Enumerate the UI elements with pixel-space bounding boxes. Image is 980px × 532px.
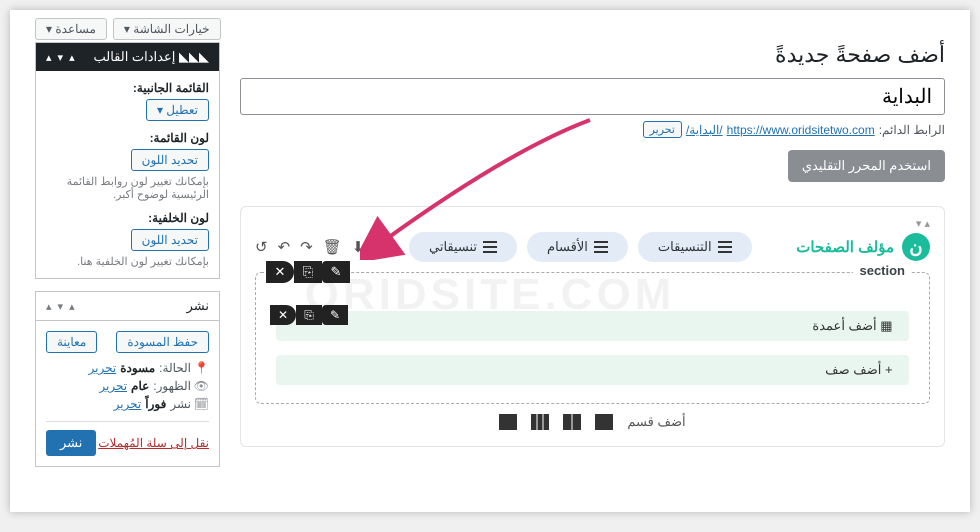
tab-sections[interactable]: الأقسام: [527, 232, 628, 262]
side-menu-select[interactable]: تعطيل ▾: [146, 99, 209, 121]
builder-brand-label: مؤلف الصفحات: [796, 238, 894, 256]
help-button[interactable]: مساعدة ▾: [35, 18, 107, 40]
permalink-slug[interactable]: /البداية/: [686, 123, 723, 137]
page-title-input[interactable]: [240, 78, 945, 115]
tab-my-layouts[interactable]: تنسيقاتي: [409, 232, 517, 262]
section-duplicate-button[interactable]: ⎘: [294, 261, 322, 283]
use-classic-editor-button[interactable]: استخدم المحرر التقليدي: [788, 150, 945, 182]
publish-up-icon[interactable]: ▴: [69, 300, 75, 313]
history-icon[interactable]: ↺: [255, 238, 268, 256]
edit-visibility-link[interactable]: تحرير: [99, 379, 127, 393]
builder-logo-icon: ن: [902, 233, 930, 261]
menu-color-help: بإمكانك تغيير لون روابط القائمة الرئيسية…: [46, 175, 209, 201]
builder-collapse-controls[interactable]: ▴ ▾: [255, 217, 930, 230]
export-icon[interactable]: ⬇: [352, 238, 365, 256]
section-label: section: [853, 263, 911, 278]
preview-button[interactable]: معاينة: [46, 331, 97, 353]
menu-color-button[interactable]: تحديد اللون: [131, 149, 209, 171]
metabox-toggle-icon[interactable]: ▴: [46, 51, 52, 64]
menu-color-label: لون القائمة:: [46, 131, 209, 145]
my-layouts-icon: [483, 241, 497, 253]
metabox-up-icon[interactable]: ▴: [69, 51, 75, 64]
tab-layouts[interactable]: التنسيقات: [638, 232, 752, 262]
sections-icon: [594, 241, 608, 253]
publish-down-icon[interactable]: ▾: [58, 300, 64, 313]
layout-one-col-icon[interactable]: [595, 414, 613, 430]
bg-color-label: لون الخلفية:: [46, 211, 209, 225]
edit-schedule-link[interactable]: تحرير: [114, 397, 142, 411]
theme-settings-title: ◣◣◣ إعدادات القالب: [93, 49, 209, 65]
bg-color-help: بإمكانك تغيير لون الخلفية هنا.: [46, 255, 209, 268]
calendar-icon: 🗓: [195, 397, 209, 411]
save-draft-button[interactable]: حفظ المسودة: [116, 331, 209, 353]
section-delete-button[interactable]: ✕: [266, 261, 294, 283]
trash-icon[interactable]: 🗑: [323, 238, 342, 256]
bg-color-button[interactable]: تحديد اللون: [131, 229, 209, 251]
pin-icon: 📍: [195, 361, 209, 375]
eye-icon: 👁: [195, 379, 209, 393]
metabox-down-icon[interactable]: ▾: [58, 51, 64, 64]
page-heading: أضف صفحةً جديدةً: [240, 42, 945, 68]
side-menu-label: القائمة الجانبية:: [46, 81, 209, 95]
theme-settings-metabox: ◣◣◣ إعدادات القالب ▴ ▾ ▴ القائمة الجانبية:…: [35, 42, 220, 279]
add-row-button[interactable]: + أضف صف: [276, 355, 908, 385]
permalink-label: الرابط الدائم:: [879, 123, 945, 137]
row-duplicate-button[interactable]: ⎘: [296, 305, 322, 325]
permalink-edit-button[interactable]: تحرير: [643, 121, 682, 138]
edit-status-link[interactable]: تحرير: [89, 361, 117, 375]
permalink-base[interactable]: https://www.oridsitetwo.com: [727, 123, 875, 137]
undo-icon[interactable]: ↶: [278, 238, 291, 256]
add-columns-button[interactable]: ▦ أضف أعمدة: [276, 311, 908, 341]
layout-two-col-icon[interactable]: [563, 414, 581, 430]
publish-title: نشر: [187, 298, 209, 314]
row-edit-button[interactable]: ✎: [322, 305, 348, 325]
layouts-icon: [718, 241, 732, 253]
redo-icon[interactable]: ↷: [300, 238, 313, 256]
section-edit-button[interactable]: ✎: [322, 261, 350, 283]
screen-options-button[interactable]: خيارات الشاشة ▾: [113, 18, 221, 40]
layout-three-col-icon[interactable]: [531, 414, 549, 430]
publish-toggle-icon[interactable]: ▴: [46, 300, 52, 313]
publish-metabox: نشر ▴▾▴ حفظ المسودة معاينة 📍الحالة: مسود…: [35, 291, 220, 467]
row-delete-button[interactable]: ✕: [270, 305, 296, 325]
add-section-label: أضف قسم: [627, 414, 685, 430]
layout-download-icon[interactable]: [499, 414, 517, 430]
builder-section: section ✎ ⎘ ✕ ✎ ⎘ ✕ ▦ أضف أعمدة: [255, 272, 930, 404]
page-builder: ▴ ▾ ن مؤلف الصفحات التنسيقات الأقسام تنس…: [240, 206, 945, 447]
publish-button[interactable]: نشر: [46, 430, 96, 456]
move-to-trash-link[interactable]: نقل إلى سلة المُهملات: [98, 436, 209, 450]
